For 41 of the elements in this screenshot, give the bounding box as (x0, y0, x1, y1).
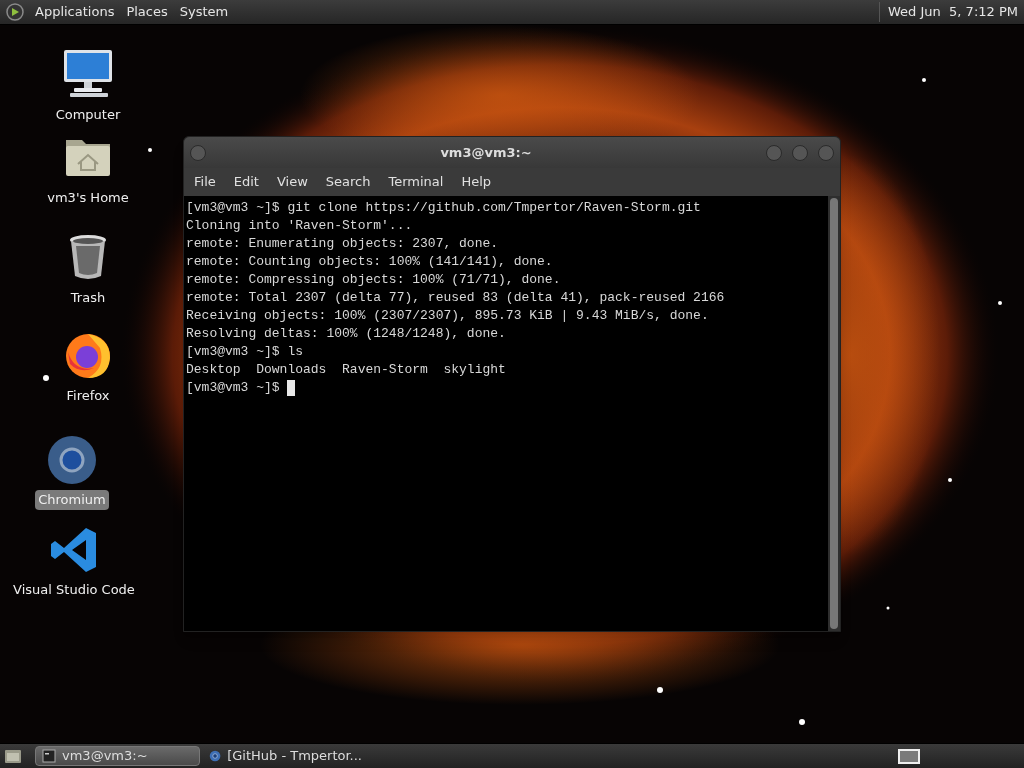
terminal-line: Receiving objects: 100% (2307/2307), 895.73 KiB | 9.43 MiB/s, done. (186, 307, 709, 325)
terminal-line: [vm3@vm3 ~]$ (186, 379, 281, 397)
terminal-line: [vm3@vm3 ~]$ git clone https://github.com/Tmpertor/Raven-Storm.git (186, 199, 701, 217)
terminal-icon (42, 749, 56, 763)
icon-label[interactable]: Firefox (63, 386, 113, 406)
menu-item[interactable]: View (270, 172, 314, 192)
panel-menu[interactable]: System (175, 2, 233, 22)
scrollbar[interactable] (828, 196, 840, 631)
workspace-switcher[interactable] (898, 748, 920, 764)
window-menu-button[interactable] (190, 144, 206, 161)
terminal-line: Desktop Downloads Raven-Storm skylight (186, 361, 506, 379)
text-cursor (287, 380, 296, 396)
terminal-line: Resolving deltas: 100% (1248/1248), done. (186, 325, 506, 343)
terminal-line: [vm3@vm3 ~]$ ls (186, 343, 304, 361)
terminal-line: remote: Counting objects: 100% (141/141), done. (186, 253, 553, 271)
icon-label[interactable]: Chromium (35, 490, 109, 510)
terminal-line: remote: Enumerating objects: 2307, done. (186, 235, 499, 253)
taskbar-button[interactable]: [GitHub - Tmpertor... (203, 746, 368, 766)
menu-item[interactable]: Edit (227, 172, 265, 192)
icon-label[interactable]: Visual Studio Code (10, 580, 138, 600)
clock[interactable]: Wed Jun 5, 7:12 PM (879, 2, 1018, 22)
panel-menu[interactable]: Applications (31, 2, 119, 22)
terminal-line: remote: Compressing objects: 100% (71/71), done. (186, 271, 561, 289)
panel-menu[interactable]: Places (122, 2, 172, 22)
maximize-button[interactable] (792, 144, 808, 161)
browser-icon (209, 748, 222, 764)
menu-item[interactable]: File (188, 172, 222, 192)
menu-item[interactable]: Terminal (382, 172, 450, 192)
icon-label[interactable]: Computer (52, 105, 124, 125)
icon-label[interactable]: Trash (67, 288, 109, 308)
icon-label[interactable]: vm3's Home (44, 188, 132, 208)
menu-item[interactable]: Search (319, 172, 377, 192)
close-button[interactable] (818, 144, 834, 161)
terminal-line: Cloning into 'Raven-Storm'... (186, 217, 413, 235)
terminal-line: remote: Total 2307 (delta 77), reused 83 (delta 41), pack-reused 2166 (186, 289, 725, 307)
taskbar-button[interactable]: vm3@vm3:~ (35, 746, 200, 766)
minimize-button[interactable] (766, 144, 782, 161)
show-desktop-icon (3, 747, 23, 765)
distro-logo-icon (5, 2, 25, 22)
menu-item[interactable]: Help (455, 172, 498, 192)
window-title: vm3@vm3:~ (439, 143, 533, 162)
